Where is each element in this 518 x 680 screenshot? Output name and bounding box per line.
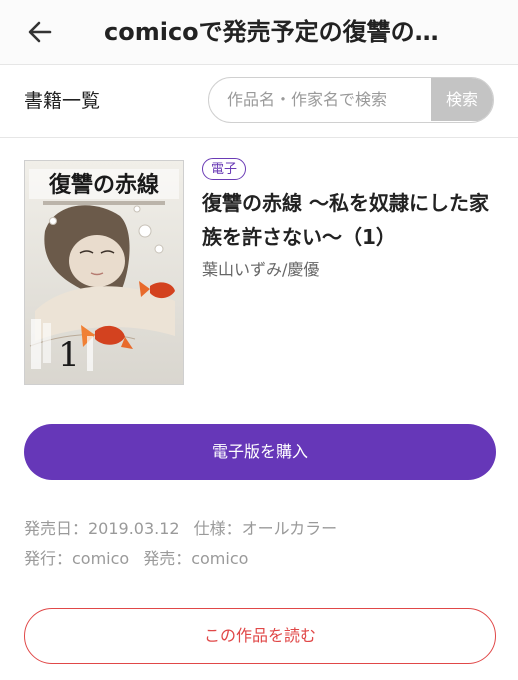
- ebook-badge: 電子: [202, 158, 247, 180]
- publisher: 発行：comico: [24, 549, 130, 568]
- book-cover-image[interactable]: 復讐の赤線 1: [24, 160, 184, 385]
- cover-volume-number: 1: [58, 335, 80, 375]
- search-box: 検索: [208, 77, 494, 123]
- book-author[interactable]: 葉山いずみ/慶優: [202, 259, 319, 281]
- back-arrow-icon[interactable]: [26, 18, 54, 46]
- search-input[interactable]: [209, 78, 433, 121]
- buy-ebook-button[interactable]: 電子版を購入: [24, 424, 496, 480]
- book-list-title: 書籍一覧: [24, 90, 101, 112]
- book-list-bar: 書籍一覧 検索: [0, 65, 518, 138]
- app-header: comicoで発売予定の復讐の…: [0, 0, 518, 65]
- page-title: comicoで発売予定の復讐の…: [104, 18, 439, 46]
- book-title[interactable]: 復讐の赤線 〜私を奴隷にした家族を許さない〜（1）: [202, 186, 494, 254]
- publisher-info: 発行：comico 発売：comico: [24, 548, 248, 570]
- cover-title-text: 復讐の赤線: [48, 172, 159, 198]
- cover-illustration: 復讐の赤線 1: [25, 161, 183, 384]
- release-info: 発売日：2019.03.12 仕様：オールカラー: [24, 518, 337, 540]
- search-button[interactable]: 検索: [431, 78, 493, 121]
- read-work-button[interactable]: この作品を読む: [24, 608, 496, 664]
- spec-info: 仕様：オールカラー: [193, 519, 338, 538]
- seller: 発売：comico: [143, 549, 249, 568]
- release-date: 発売日：2019.03.12: [24, 519, 180, 538]
